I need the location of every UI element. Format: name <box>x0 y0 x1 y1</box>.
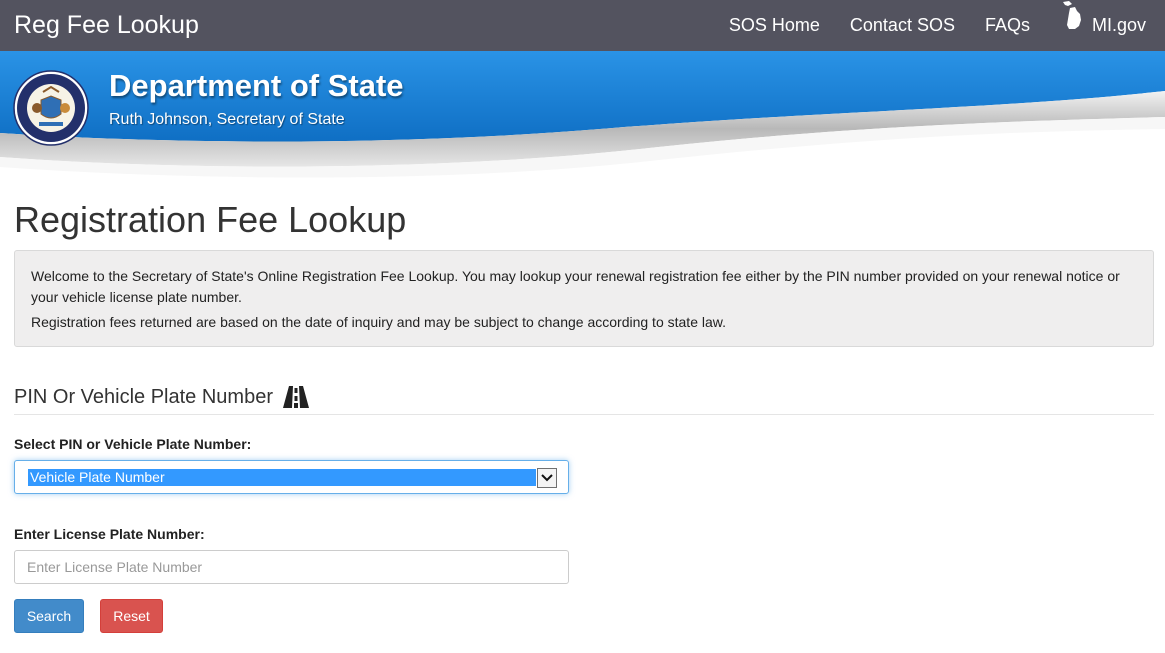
welcome-info-box: Welcome to the Secretary of State's Onli… <box>14 250 1154 347</box>
navbar-brand[interactable]: Reg Fee Lookup <box>14 10 199 40</box>
reset-button[interactable]: Reset <box>100 599 163 633</box>
info-text-welcome: Welcome to the Secretary of State's Onli… <box>31 268 1120 305</box>
select-selected-value: Vehicle Plate Number <box>28 469 536 486</box>
banner-subtitle: Ruth Johnson, Secretary of State <box>109 111 345 128</box>
michigan-icon <box>1062 0 1081 29</box>
nav-link-mi-gov-label: MI.gov <box>1091 15 1146 35</box>
nav-link-faqs[interactable]: FAQs <box>970 0 1045 51</box>
banner-title: Department of State <box>109 68 404 103</box>
plate-input-label: Enter License Plate Number: <box>14 526 205 542</box>
select-type-label: Select PIN or Vehicle Plate Number: <box>14 436 252 452</box>
top-navbar: Reg Fee Lookup SOS Home Contact SOS FAQs… <box>0 0 1165 51</box>
pin-or-plate-select[interactable]: Vehicle Plate Number <box>14 460 569 494</box>
state-seal-icon <box>13 70 89 146</box>
department-banner: Department of State Ruth Johnson, Secret… <box>0 51 1165 180</box>
nav-link-mi-gov[interactable]: MI.gov <box>1045 0 1165 51</box>
navbar-links: SOS Home Contact SOS FAQs MI.gov <box>714 0 1165 51</box>
license-plate-input[interactable] <box>14 550 569 584</box>
section-title-text: PIN Or Vehicle Plate Number <box>14 386 273 408</box>
nav-link-sos-home[interactable]: SOS Home <box>714 0 835 51</box>
info-text-fees: Registration fees returned are based on … <box>31 314 726 330</box>
search-button[interactable]: Search <box>14 599 84 633</box>
page-title: Registration Fee Lookup <box>14 199 407 240</box>
nav-link-contact-sos[interactable]: Contact SOS <box>835 0 970 51</box>
road-icon <box>283 386 309 408</box>
section-title: PIN Or Vehicle Plate Number <box>14 383 309 411</box>
chevron-down-icon[interactable] <box>537 468 557 488</box>
section-divider <box>14 414 1154 415</box>
